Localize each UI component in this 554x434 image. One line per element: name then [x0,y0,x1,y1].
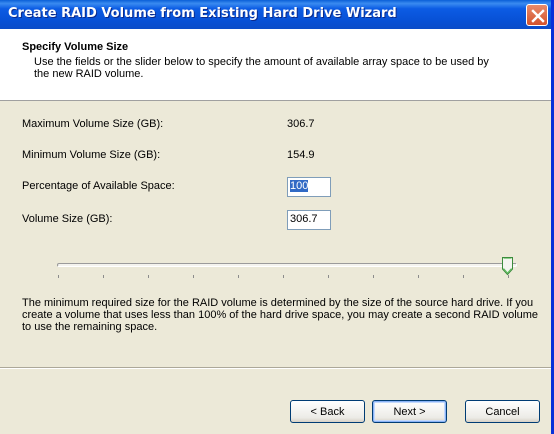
cancel-button[interactable]: Cancel [465,400,540,423]
slider-tick [373,275,374,278]
wizard-header: Specify Volume Size Use the fields or th… [0,29,551,101]
slider-tick [103,275,104,278]
back-button[interactable]: < Back [290,400,365,423]
slider-tick [58,275,59,278]
min-size-label: Minimum Volume Size (GB): [22,149,161,161]
footer-separator [0,367,551,369]
slider-tick [148,275,149,278]
info-text: The minimum required size for the RAID v… [22,297,539,333]
wizard-window: Create RAID Volume from Existing Hard Dr… [0,0,554,434]
page-title: Specify Volume Size [22,41,129,53]
close-button[interactable] [526,4,548,26]
volume-size-input[interactable]: 306.7 [287,210,331,230]
slider-tick [463,275,464,278]
min-size-value: 154.9 [287,149,315,161]
percentage-input-value: 100 [290,180,309,192]
close-icon [531,9,545,23]
volume-slider-track[interactable] [57,263,517,267]
slider-tick [283,275,284,278]
volume-slider-thumb[interactable] [501,256,514,279]
page-description: Use the fields or the slider below to sp… [34,56,489,80]
slider-tick [193,275,194,278]
window-title: Create RAID Volume from Existing Hard Dr… [8,6,397,21]
percentage-input[interactable]: 100 [287,177,331,197]
title-bar[interactable]: Create RAID Volume from Existing Hard Dr… [0,0,551,29]
slider-tick [418,275,419,278]
percentage-label: Percentage of Available Space: [22,180,175,192]
slider-tick [238,275,239,278]
slider-tick [328,275,329,278]
max-size-label: Maximum Volume Size (GB): [22,118,164,130]
volume-size-input-value: 306.7 [290,213,318,225]
next-button[interactable]: Next > [372,400,447,423]
max-size-value: 306.7 [287,118,315,130]
slider-thumb-icon [502,257,513,276]
volume-size-label: Volume Size (GB): [22,213,113,225]
